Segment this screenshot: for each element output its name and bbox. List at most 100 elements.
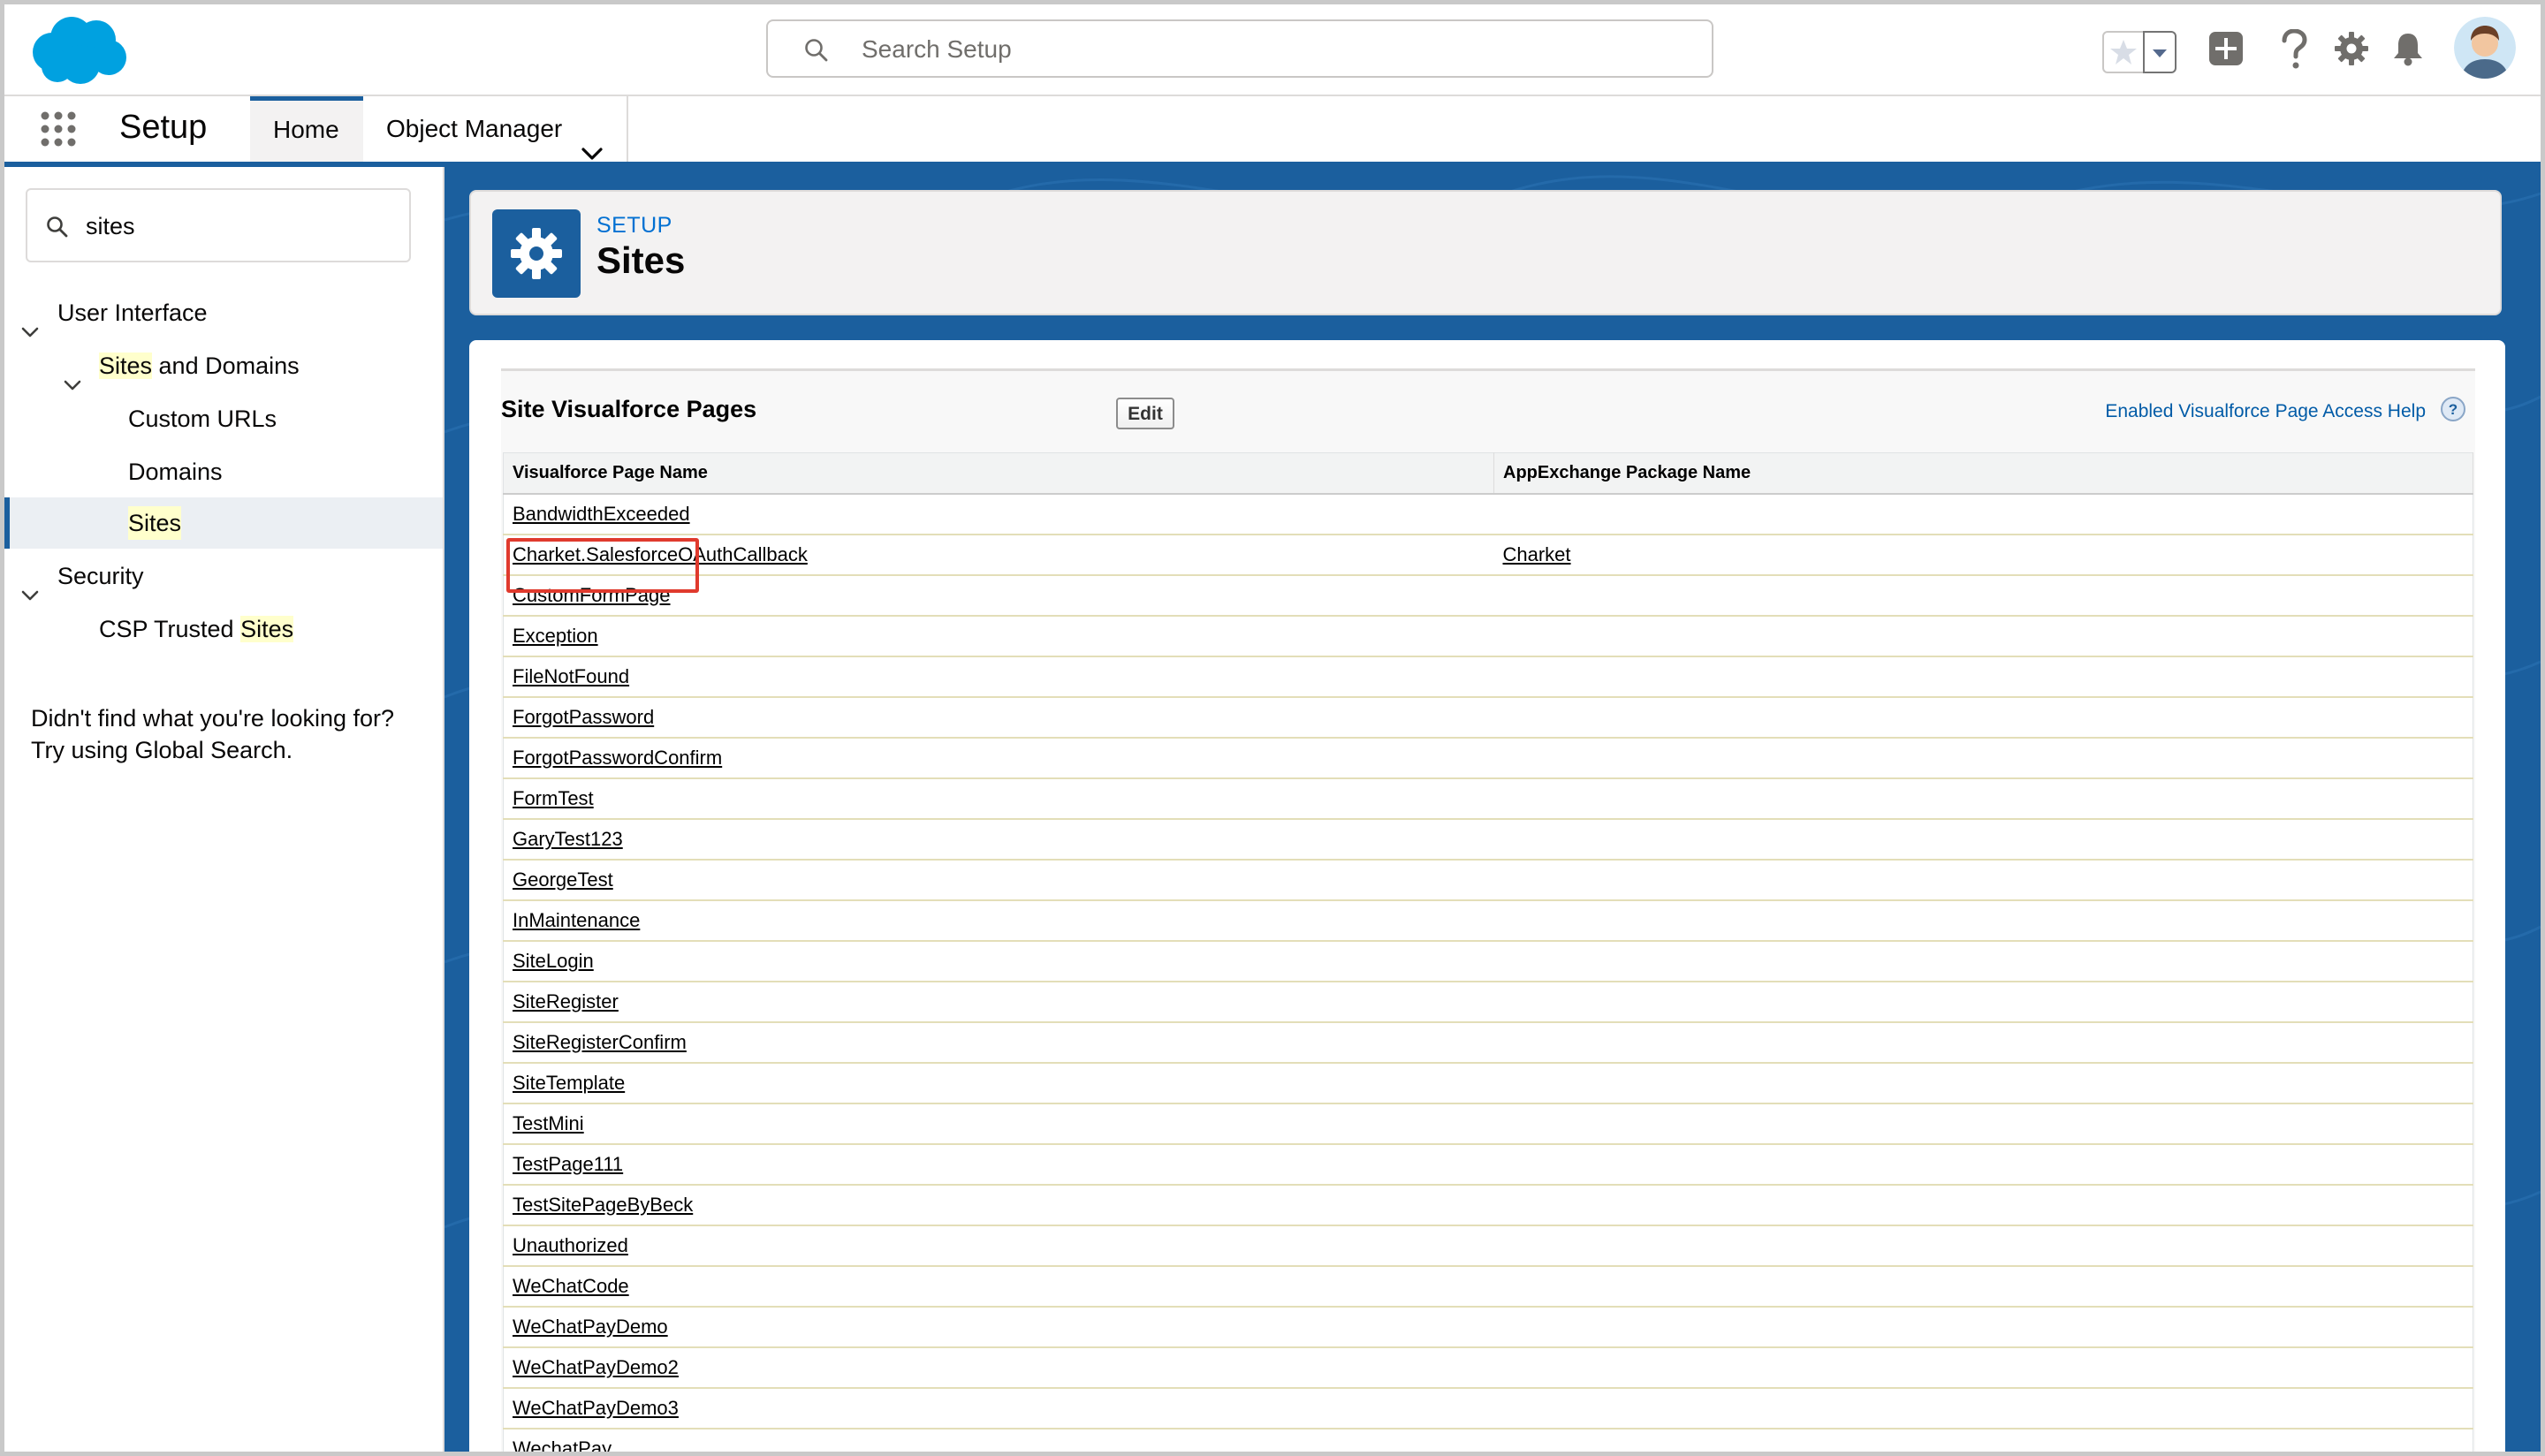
page-name-link[interactable]: WeChatPayDemo3 xyxy=(513,1397,679,1419)
page-name-link[interactable]: TestSitePageByBeck xyxy=(513,1194,693,1216)
package-name-cell xyxy=(1493,1022,2473,1064)
table-header-row: Visualforce Page Name AppExchange Packag… xyxy=(503,452,2473,495)
page-name-link[interactable]: SiteRegister xyxy=(513,990,619,1012)
page-name-cell: SiteTemplate xyxy=(503,1063,1494,1104)
page-name-link[interactable]: WeChatPayDemo2 xyxy=(513,1356,679,1378)
setup-sidebar: User Interface Sites and Domains Custom … xyxy=(4,167,444,1452)
table-row: InMaintenance xyxy=(503,900,2473,942)
package-name-cell xyxy=(1493,860,2473,901)
table-row: Unauthorized xyxy=(503,1225,2473,1267)
table-row: Exception xyxy=(503,616,2473,657)
tab-label: Home xyxy=(273,116,339,143)
package-name-cell xyxy=(1493,697,2473,739)
tree-item-security[interactable]: Security xyxy=(4,550,443,602)
page-name-link[interactable]: WeChatCode xyxy=(513,1275,629,1297)
page-name-link[interactable]: ForgotPasswordConfirm xyxy=(513,747,722,769)
notifications-bell-icon[interactable] xyxy=(2389,29,2427,72)
setup-gear-icon xyxy=(492,209,581,298)
page-name-link[interactable]: FormTest xyxy=(513,787,594,809)
search-match-highlight: Sites xyxy=(99,353,153,379)
package-name-cell xyxy=(1493,1307,2473,1348)
page-name-cell: WeChatPayDemo2 xyxy=(503,1347,1494,1389)
page-name-cell: Unauthorized xyxy=(503,1225,1494,1267)
global-actions-plus-icon[interactable] xyxy=(2207,29,2245,72)
help-question-icon[interactable]: ? xyxy=(2440,396,2466,427)
quick-find-input[interactable] xyxy=(84,206,397,246)
tree-item-domains[interactable]: Domains xyxy=(4,446,443,497)
tab-home[interactable]: Home xyxy=(250,96,363,162)
global-search-box[interactable] xyxy=(766,19,1713,78)
table-row: WeChatPayDemo xyxy=(503,1307,2473,1348)
page-name-link[interactable]: GaryTest123 xyxy=(513,828,623,850)
package-name-cell xyxy=(1493,1103,2473,1145)
search-icon xyxy=(45,215,70,244)
table-row: GeorgeTest xyxy=(503,860,2473,901)
page-name-cell: SiteRegisterConfirm xyxy=(503,1022,1494,1064)
page-name-cell: Exception xyxy=(503,616,1494,657)
page-name-link[interactable]: Exception xyxy=(513,625,598,647)
not-found-line-2: Try using Global Search. xyxy=(31,737,293,763)
table-row: SiteTemplate xyxy=(503,1063,2473,1104)
tab-label: Object Manager xyxy=(386,115,563,142)
help-link[interactable]: Enabled Visualforce Page Access Help xyxy=(2105,401,2426,422)
tree-item-sites[interactable]: Sites xyxy=(4,497,443,549)
package-name-link[interactable]: Charket xyxy=(1503,543,1571,565)
tree-item-label: Custom URLs xyxy=(128,406,277,432)
tree-item-user-interface[interactable]: User Interface xyxy=(4,287,443,338)
package-name-cell xyxy=(1493,1347,2473,1389)
tree-item-label: Sites xyxy=(128,506,182,540)
page-name-link[interactable]: SiteLogin xyxy=(513,950,594,972)
breadcrumb[interactable]: SETUP xyxy=(596,213,672,239)
table-row: TestPage111 xyxy=(503,1144,2473,1186)
favorites-star-icon[interactable] xyxy=(2102,31,2145,73)
page-name-link[interactable]: TestMini xyxy=(513,1112,584,1134)
salesforce-cloud-logo[interactable] xyxy=(26,13,130,92)
package-name-cell xyxy=(1493,1225,2473,1267)
table-row: SiteRegisterConfirm xyxy=(503,1022,2473,1064)
tree-item-label-prefix: CSP Trusted xyxy=(99,616,241,642)
table-row: Charket.SalesforceOAuthCallback Charket xyxy=(503,535,2473,576)
page-name-link[interactable]: WeChatPayDemo xyxy=(513,1316,668,1338)
table-row: SiteRegister xyxy=(503,982,2473,1023)
page-name-link[interactable]: FileNotFound xyxy=(513,665,629,687)
app-launcher-waffle-icon[interactable] xyxy=(40,110,77,152)
setup-gear-icon[interactable] xyxy=(2332,29,2371,72)
page-name-cell: SiteLogin xyxy=(503,941,1494,982)
block-title: Site Visualforce Pages xyxy=(501,396,757,422)
help-question-icon[interactable] xyxy=(2279,28,2309,74)
table-row: TestMini xyxy=(503,1103,2473,1145)
page-name-link[interactable]: TestPage111 xyxy=(513,1153,623,1175)
package-name-cell xyxy=(1493,900,2473,942)
page-name-cell: ForgotPasswordConfirm xyxy=(503,738,1494,779)
page-name-cell: WeChatPayDemo xyxy=(503,1307,1494,1348)
tree-item-sites-and-domains[interactable]: Sites and Domains xyxy=(4,340,443,391)
page-name-link[interactable]: ForgotPassword xyxy=(513,706,654,728)
page-name-link[interactable]: SiteRegisterConfirm xyxy=(513,1031,687,1053)
table-row: WeChatPayDemo2 xyxy=(503,1347,2473,1389)
table-row: CustomFormPage xyxy=(503,575,2473,617)
page-name-link[interactable]: SiteTemplate xyxy=(513,1072,625,1094)
page-name-cell: WeChatPayDemo3 xyxy=(503,1388,1494,1429)
tree-item-csp-trusted-sites[interactable]: CSP Trusted Sites xyxy=(4,603,443,655)
package-name-cell xyxy=(1493,738,2473,779)
page-name-cell: InMaintenance xyxy=(503,900,1494,942)
page-name-link[interactable]: GeorgeTest xyxy=(513,868,613,891)
page-name-cell: FileNotFound xyxy=(503,656,1494,698)
tree-item-custom-urls[interactable]: Custom URLs xyxy=(4,393,443,444)
page-name-link[interactable]: Unauthorized xyxy=(513,1234,628,1256)
favorites-dropdown-icon[interactable] xyxy=(2143,31,2177,73)
tab-object-manager[interactable]: Object Manager xyxy=(365,96,628,162)
global-search-input[interactable] xyxy=(860,30,1659,69)
page-name-link[interactable]: BandwidthExceeded xyxy=(513,503,690,525)
quick-find-box[interactable] xyxy=(26,188,411,262)
page-name-cell: GeorgeTest xyxy=(503,860,1494,901)
page-name-cell: FormTest xyxy=(503,778,1494,820)
edit-button[interactable]: Edit xyxy=(1116,398,1174,429)
user-avatar[interactable] xyxy=(2454,17,2516,79)
page-name-link[interactable]: WechatPay xyxy=(513,1437,612,1452)
page-name-link[interactable]: InMaintenance xyxy=(513,909,640,931)
page-name-cell: TestPage111 xyxy=(503,1144,1494,1186)
page-name-cell: GaryTest123 xyxy=(503,819,1494,861)
package-name-cell: Charket xyxy=(1493,535,2473,576)
search-icon xyxy=(803,37,830,68)
